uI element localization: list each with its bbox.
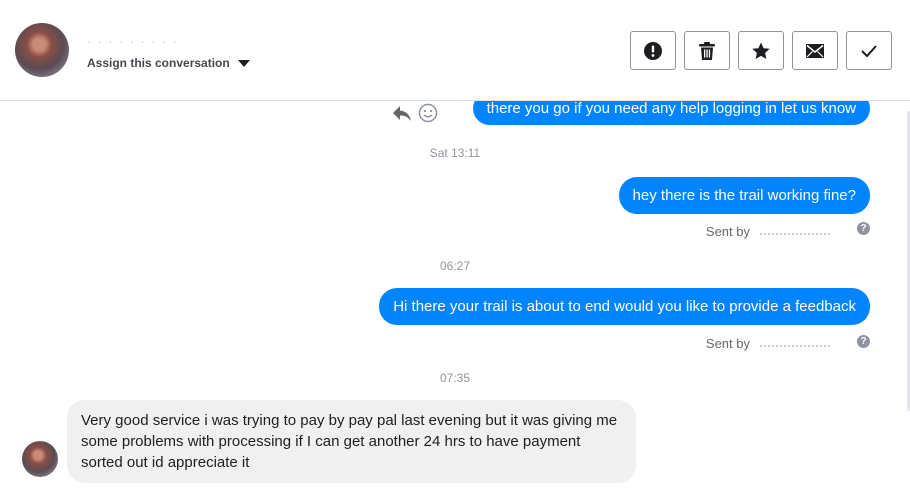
assign-conversation-dropdown[interactable]: Assign this conversation [87, 56, 250, 70]
outgoing-message[interactable]: there you go if you need any help loggin… [472, 101, 870, 125]
timestamp: 07:35 [439, 371, 471, 385]
help-icon[interactable]: ? [857, 222, 870, 235]
reply-icon[interactable] [392, 104, 412, 122]
emoji-reaction-icon[interactable] [418, 103, 438, 123]
envelope-icon [806, 43, 824, 58]
help-icon[interactable]: ? [857, 335, 870, 348]
caret-down-icon [237, 59, 250, 67]
incoming-message[interactable]: Very good service i was trying to pay by… [67, 400, 636, 483]
trash-icon [699, 41, 715, 60]
sent-by-name-redacted [760, 343, 830, 347]
sent-by-label: Sent by [706, 336, 830, 351]
outgoing-message[interactable]: hey there is the trail working fine? [618, 177, 870, 214]
sent-by-name-redacted [760, 231, 830, 235]
conversation-toolbar [630, 31, 892, 70]
exclamation-icon [644, 41, 662, 60]
checkmark-icon [861, 44, 877, 57]
mark-done-button[interactable] [846, 31, 892, 70]
contact-avatar-small[interactable] [22, 441, 58, 477]
assign-conversation-label: Assign this conversation [87, 56, 230, 70]
mark-spam-button[interactable] [630, 31, 676, 70]
star-button[interactable] [738, 31, 784, 70]
contact-avatar[interactable] [15, 23, 69, 77]
timestamp: 06:27 [439, 259, 471, 273]
message-actions [392, 103, 438, 123]
mark-unread-button[interactable] [792, 31, 838, 70]
sent-by-text: Sent by [705, 224, 750, 239]
outgoing-message[interactable]: Hi there your trail is about to end woul… [379, 288, 870, 325]
sent-by-text: Sent by [705, 336, 750, 351]
conversation-header: · · · · · · · · · Assign this conversati… [0, 0, 910, 101]
delete-button[interactable] [684, 31, 730, 70]
timestamp: Sat 13:11 [429, 146, 481, 160]
contact-name[interactable]: · · · · · · · · · [87, 36, 178, 48]
message-thread[interactable]: there you go if you need any help loggin… [0, 101, 910, 499]
sent-by-label: Sent by [706, 224, 830, 239]
star-icon [752, 42, 770, 59]
